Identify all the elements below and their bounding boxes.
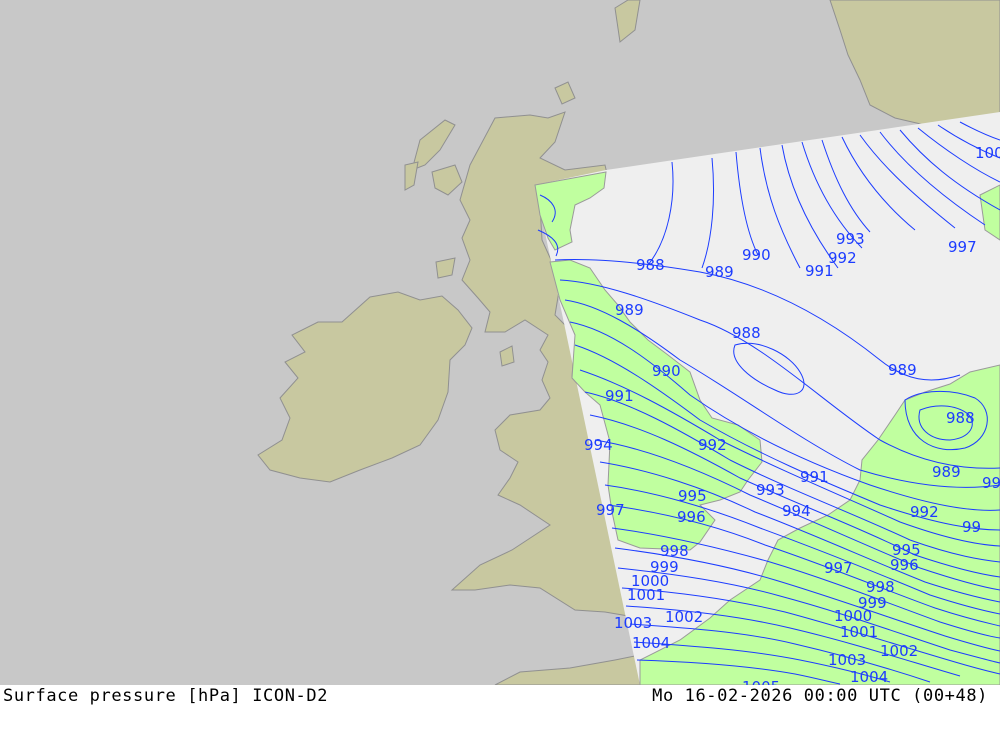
- isobar-label: 992: [910, 503, 939, 521]
- isobar-label: 989: [888, 361, 917, 379]
- isobar-label: 994: [782, 502, 811, 520]
- isobar-label: 991: [805, 262, 834, 280]
- isobar-label: 993: [756, 481, 785, 499]
- isobar-label: 1002: [880, 642, 918, 660]
- isobar-label: 996: [890, 556, 919, 574]
- isobar-label: 1003: [828, 651, 866, 669]
- surface-pressure-map: 1000 993 997 988 990 989 992 991 989 988…: [0, 0, 1000, 685]
- isobar-label: 992: [698, 436, 727, 454]
- isobar-label: 991: [800, 468, 829, 486]
- isobar-label: 997: [948, 238, 977, 256]
- isobar-label: 989: [615, 301, 644, 319]
- isobar-label: 991: [605, 387, 634, 405]
- isobar-label: 989: [932, 463, 961, 481]
- isobar-label: 989: [705, 263, 734, 281]
- isobar-label: 1002: [665, 608, 703, 626]
- isobar-label: 990: [742, 246, 771, 264]
- land-isle-2: [435, 257, 456, 279]
- isobar-label: 1004: [632, 634, 670, 652]
- isobar-label: 993: [836, 230, 865, 248]
- forecast-datetime: Mo 16-02-2026 00:00 UTC (00+48): [652, 686, 988, 706]
- map-footer: Surface pressure [hPa] ICON-D2 Mo 16-02-…: [0, 685, 1000, 733]
- isobar-label: 996: [677, 508, 706, 526]
- isobar-label: 99: [982, 474, 1000, 492]
- isobar-label: 1000: [975, 144, 1000, 162]
- isobar-label: 99: [962, 518, 981, 536]
- isobar-label: 988: [946, 409, 975, 427]
- isobar-label: 994: [584, 436, 613, 454]
- isobar-label: 1004: [850, 668, 888, 685]
- isobar-label: 1001: [627, 586, 665, 604]
- isobar-label: 1003: [614, 614, 652, 632]
- isobar-label: 988: [636, 256, 665, 274]
- isobar-label: 1005: [742, 678, 780, 685]
- isobar-label: 990: [652, 362, 681, 380]
- isobar-label: 997: [596, 501, 625, 519]
- isobar-label: 988: [732, 324, 761, 342]
- isobar-label: 997: [824, 559, 853, 577]
- isobar-label: 995: [678, 487, 707, 505]
- map-title: Surface pressure [hPa] ICON-D2: [3, 686, 329, 706]
- isobar-label: 1001: [840, 623, 878, 641]
